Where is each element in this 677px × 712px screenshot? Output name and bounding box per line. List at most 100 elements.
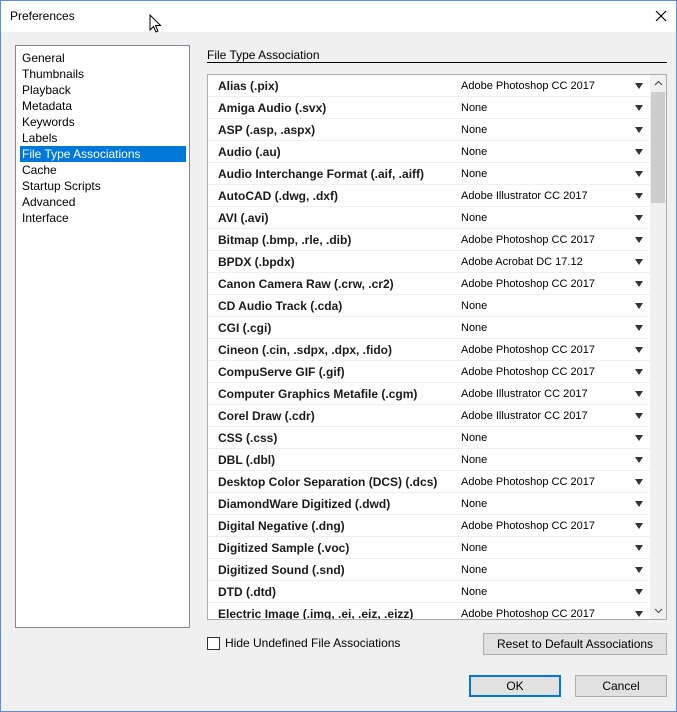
dropdown-button[interactable] [627, 434, 651, 441]
file-type-name: Desktop Color Separation (DCS) (.dcs) [218, 474, 438, 489]
sidebar-item[interactable]: File Type Associations [20, 146, 186, 162]
table-row: BPDX (.bpdx) Adobe Acrobat DC 17.12 [208, 251, 651, 273]
application-select[interactable]: None [451, 322, 627, 334]
dropdown-button[interactable] [627, 588, 651, 595]
dropdown-button[interactable] [627, 214, 651, 221]
dropdown-button[interactable] [627, 280, 651, 287]
dropdown-button[interactable] [627, 522, 651, 529]
table-row: Canon Camera Raw (.crw, .cr2) Adobe Photo… [208, 273, 651, 295]
close-button[interactable] [650, 5, 672, 27]
title-bar[interactable]: Preferences [1, 1, 676, 32]
dropdown-arrow-icon [635, 236, 643, 243]
application-select[interactable]: Adobe Photoshop CC 2017 [451, 344, 627, 356]
application-select[interactable]: None [451, 168, 627, 180]
preferences-category-list[interactable]: General Thumbnails Playback Metadata Keyword… [15, 45, 190, 628]
application-select[interactable]: None [451, 564, 627, 576]
dropdown-button[interactable] [627, 368, 651, 375]
sidebar-item[interactable]: Startup Scripts [20, 178, 186, 194]
file-type-name: ASP (.asp, .aspx) [218, 122, 316, 137]
file-type-name: CompuServe GIF (.gif) [218, 364, 345, 379]
scroll-up-button[interactable] [650, 75, 666, 91]
dropdown-button[interactable] [627, 610, 651, 617]
application-select[interactable]: Adobe Photoshop CC 2017 [451, 80, 627, 92]
scroll-down-button[interactable] [650, 603, 666, 619]
table-row: Digitized Sample (.voc) None [208, 537, 651, 559]
application-select[interactable]: None [451, 586, 627, 598]
application-select[interactable]: Adobe Illustrator CC 2017 [451, 190, 627, 202]
table-row: ASP (.asp, .aspx) None [208, 119, 651, 141]
dropdown-arrow-icon [635, 82, 643, 89]
scroll-thumb[interactable] [651, 92, 665, 203]
dropdown-button[interactable] [627, 148, 651, 155]
sidebar-item[interactable]: Keywords [20, 114, 186, 130]
section-title: File Type Association [207, 48, 320, 62]
hide-undefined-option[interactable]: Hide Undefined File Associations [207, 636, 400, 650]
dropdown-button[interactable] [627, 324, 651, 331]
dropdown-button[interactable] [627, 302, 651, 309]
sidebar-item[interactable]: Cache [20, 162, 186, 178]
dropdown-arrow-icon [635, 324, 643, 331]
dropdown-button[interactable] [627, 412, 651, 419]
dropdown-button[interactable] [627, 500, 651, 507]
dropdown-button[interactable] [627, 544, 651, 551]
table-row: Computer Graphics Metafile (.cgm) Adobe I… [208, 383, 651, 405]
sidebar-item[interactable]: Advanced [20, 194, 186, 210]
reset-associations-button[interactable]: Reset to Default Associations [483, 633, 667, 655]
application-select[interactable]: Adobe Photoshop CC 2017 [451, 278, 627, 290]
vertical-scrollbar[interactable] [650, 75, 666, 619]
application-select[interactable]: None [451, 146, 627, 158]
dropdown-button[interactable] [627, 566, 651, 573]
application-select[interactable]: None [451, 212, 627, 224]
dropdown-button[interactable] [627, 104, 651, 111]
dropdown-arrow-icon [635, 434, 643, 441]
file-type-name: CD Audio Track (.cda) [218, 298, 343, 313]
application-select[interactable]: Adobe Photoshop CC 2017 [451, 366, 627, 378]
dropdown-arrow-icon [635, 192, 643, 199]
table-row: CD Audio Track (.cda) None [208, 295, 651, 317]
application-select[interactable]: None [451, 454, 627, 466]
sidebar-item[interactable]: General [20, 50, 186, 66]
file-type-name: DBL (.dbl) [218, 452, 276, 467]
application-select[interactable]: None [451, 102, 627, 114]
application-select[interactable]: Adobe Acrobat DC 17.12 [451, 256, 627, 268]
dropdown-button[interactable] [627, 192, 651, 199]
sidebar-item[interactable]: Metadata [20, 98, 186, 114]
cancel-button[interactable]: Cancel [575, 675, 667, 697]
file-type-association-table[interactable]: Alias (.pix) Adobe Photoshop CC 2017 Amiga… [207, 74, 667, 620]
application-select[interactable]: None [451, 498, 627, 510]
file-type-name: Electric Image (.img, .ei, .eiz, .eizz) [218, 606, 414, 620]
dropdown-button[interactable] [627, 236, 651, 243]
dropdown-button[interactable] [627, 82, 651, 89]
application-select[interactable]: Adobe Photoshop CC 2017 [451, 234, 627, 246]
application-select[interactable]: Adobe Photoshop CC 2017 [451, 520, 627, 532]
file-type-name: Digitized Sound (.snd) [218, 562, 345, 577]
dropdown-button[interactable] [627, 258, 651, 265]
dropdown-button[interactable] [627, 126, 651, 133]
sidebar-item[interactable]: Interface [20, 210, 186, 226]
dropdown-arrow-icon [635, 566, 643, 573]
application-select[interactable]: None [451, 124, 627, 136]
application-select[interactable]: None [451, 432, 627, 444]
dropdown-button[interactable] [627, 478, 651, 485]
sidebar-item[interactable]: Thumbnails [20, 66, 186, 82]
application-select[interactable]: Adobe Photoshop CC 2017 [451, 476, 627, 488]
dropdown-button[interactable] [627, 390, 651, 397]
file-type-name: AutoCAD (.dwg, .dxf) [218, 188, 338, 203]
file-type-name: Audio (.au) [218, 144, 281, 159]
dropdown-button[interactable] [627, 346, 651, 353]
table-row: Audio Interchange Format (.aif, .aiff) No… [208, 163, 651, 185]
file-type-name: Corel Draw (.cdr) [218, 408, 315, 423]
sidebar-item[interactable]: Playback [20, 82, 186, 98]
ok-button[interactable]: OK [469, 675, 561, 697]
application-select[interactable]: Adobe Photoshop CC 2017 [451, 608, 627, 620]
sidebar-item[interactable]: Labels [20, 130, 186, 146]
table-row: Cineon (.cin, .sdpx, .dpx, .fido) Adobe P… [208, 339, 651, 361]
dropdown-button[interactable] [627, 170, 651, 177]
hide-undefined-checkbox[interactable] [207, 636, 220, 650]
application-select[interactable]: None [451, 300, 627, 312]
dropdown-arrow-icon [635, 588, 643, 595]
application-select[interactable]: Adobe Illustrator CC 2017 [451, 388, 627, 400]
application-select[interactable]: Adobe Illustrator CC 2017 [451, 410, 627, 422]
application-select[interactable]: None [451, 542, 627, 554]
dropdown-button[interactable] [627, 456, 651, 463]
